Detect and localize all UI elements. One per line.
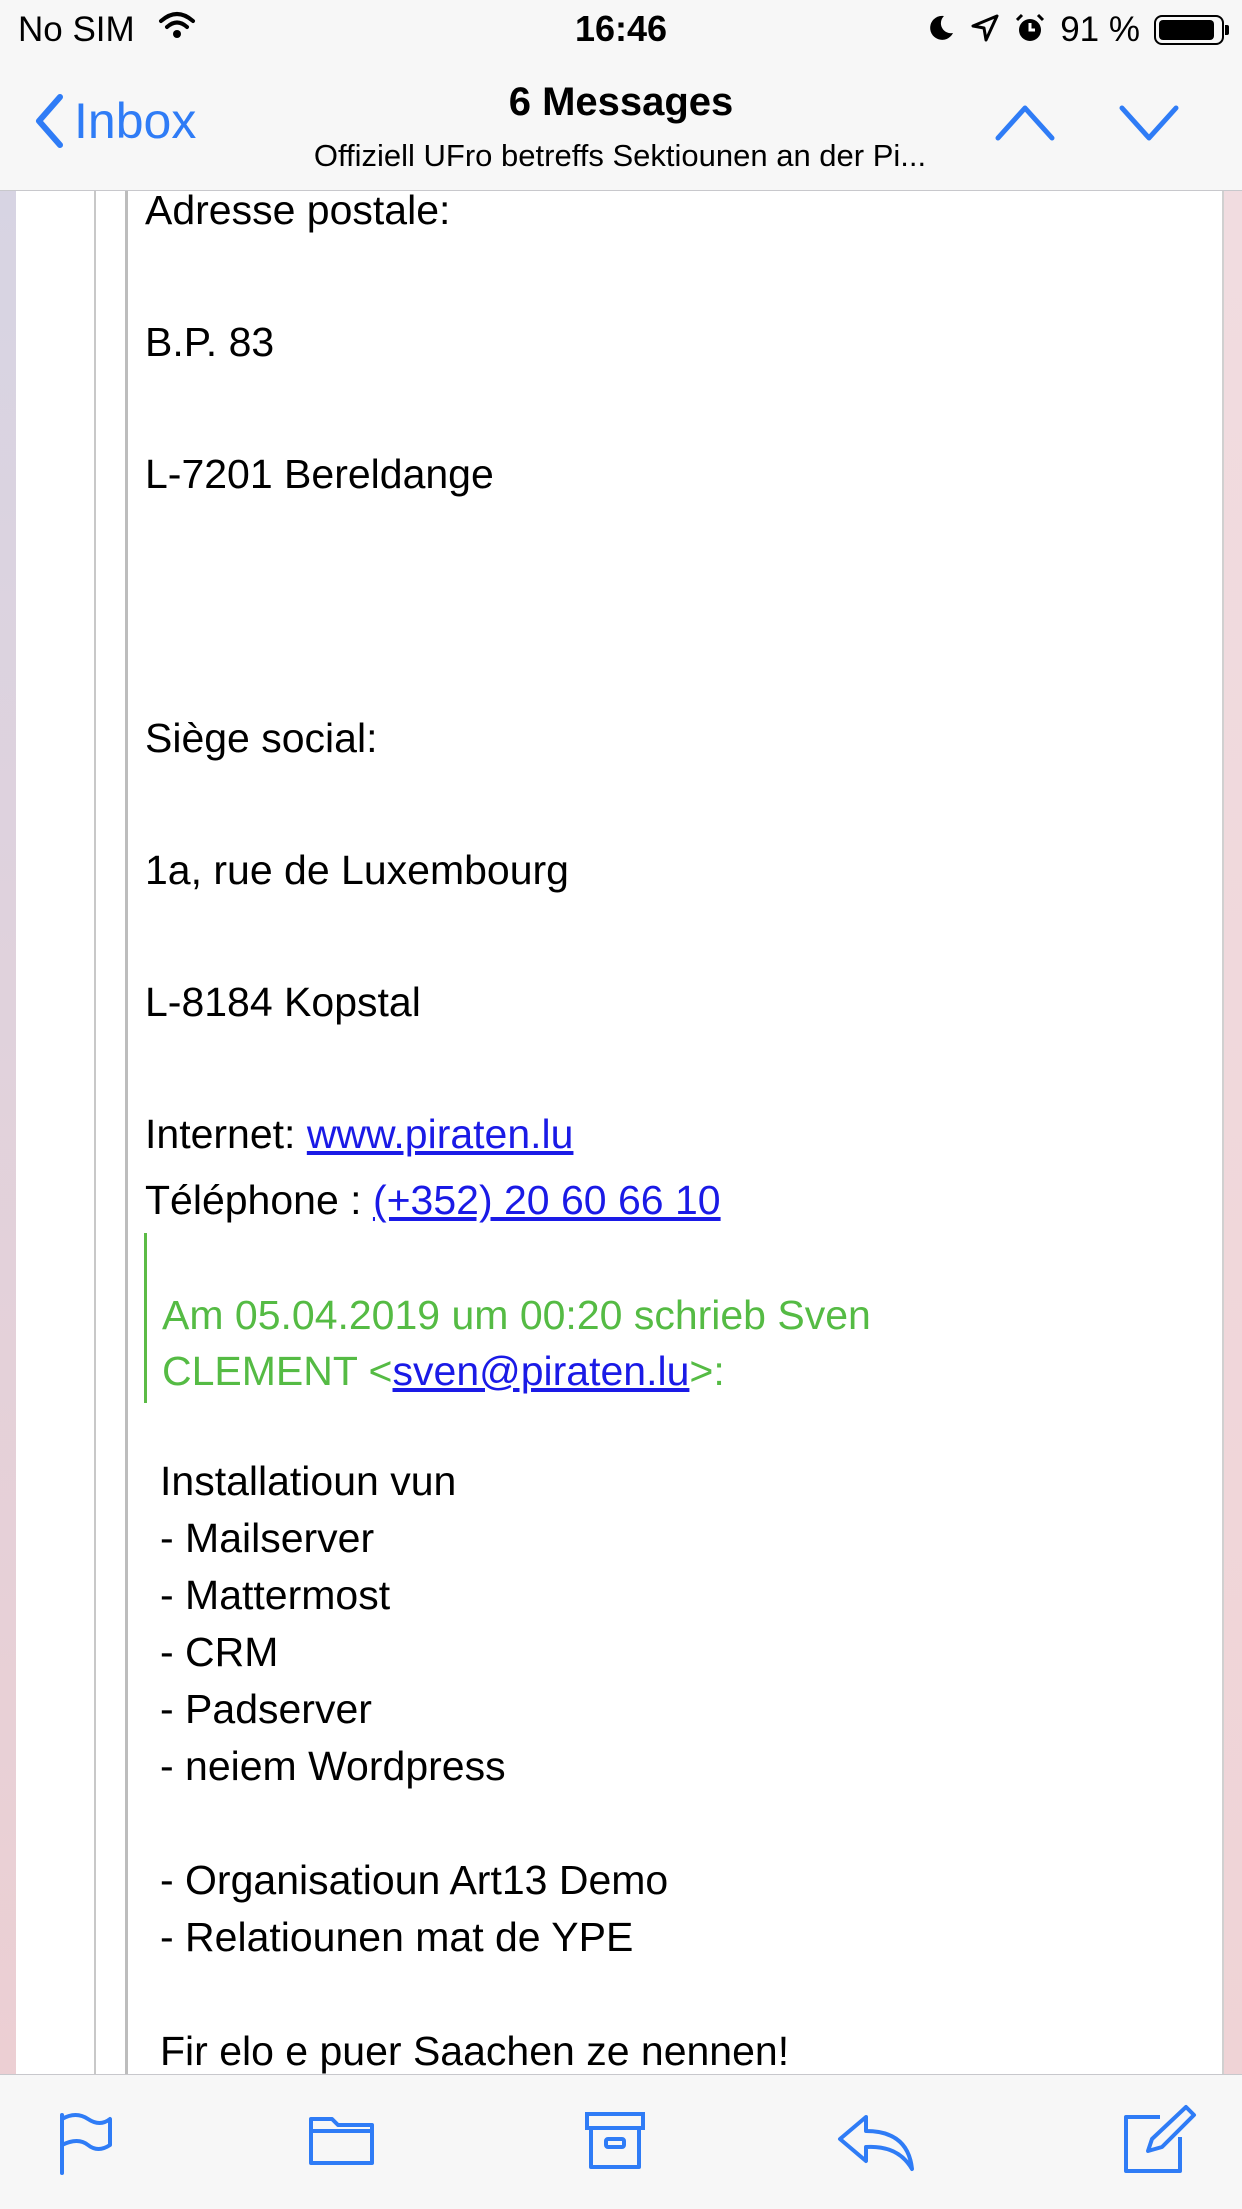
bottom-toolbar: [0, 2074, 1242, 2209]
phone-label: Téléphone :: [145, 1177, 373, 1223]
list-item: - Mattermost: [160, 1572, 391, 1618]
seat-city: L-8184 Kopstal: [145, 979, 421, 1025]
quote-suffix: >:: [689, 1348, 725, 1394]
seat-label: Siège social:: [145, 715, 378, 761]
postal-address-label: Adresse postale:: [145, 191, 451, 233]
compose-button[interactable]: [1120, 2103, 1198, 2180]
quote-header: Am 05.04.2019 um 00:20 schrieb Sven CLEM…: [162, 1287, 871, 1399]
website-link[interactable]: www.piraten.lu: [307, 1111, 574, 1157]
previous-message-button[interactable]: [994, 102, 1056, 147]
archive-button[interactable]: [584, 2111, 646, 2176]
next-message-button[interactable]: [1118, 102, 1180, 147]
internet-line: Internet: www.piraten.lu: [145, 1111, 573, 1158]
quote-rule-right: [1222, 191, 1224, 2074]
navigation-bar: Inbox 6 Messages Offiziell UFro betreffs…: [0, 62, 1242, 191]
quote-rule-inner: [125, 191, 128, 2074]
compose-icon: [1124, 2105, 1196, 2173]
reply-button[interactable]: [836, 2111, 916, 2178]
flag-icon: [60, 2113, 112, 2175]
battery-icon: [1154, 15, 1229, 45]
location-icon: [970, 13, 1000, 48]
quote-rule-outer: [94, 191, 96, 2074]
list-item: - Padserver: [160, 1686, 372, 1732]
chevron-down-icon: [1119, 105, 1179, 141]
quote-header-line2: CLEMENT <sven@piraten.lu>:: [162, 1343, 871, 1399]
list-item: - Mailserver: [160, 1515, 375, 1561]
list-item: - Relatiounen mat de YPE: [160, 1914, 634, 1960]
quote-header-line1: Am 05.04.2019 um 00:20 schrieb Sven: [162, 1292, 871, 1338]
left-edge: [0, 191, 16, 2074]
chevron-up-icon: [995, 105, 1055, 141]
postal-city: L-7201 Bereldange: [145, 451, 494, 497]
thread-subject: Offiziell UFro betreffs Sektiounen an de…: [313, 138, 927, 173]
quote-email-link[interactable]: sven@piraten.lu: [393, 1348, 690, 1394]
move-to-folder-button[interactable]: [308, 2111, 376, 2172]
quote-author: CLEMENT <: [162, 1348, 393, 1394]
quote-bar: [144, 1233, 147, 1403]
battery-level: [1159, 20, 1214, 40]
list-item: - CRM: [160, 1629, 279, 1675]
phone-line: Téléphone : (+352) 20 60 66 10: [145, 1177, 721, 1224]
alarm-icon: [1014, 12, 1046, 49]
po-box: B.P. 83: [145, 319, 275, 365]
folder-icon: [309, 2117, 374, 2165]
body-intro: Installatioun vun: [160, 1458, 457, 1504]
reply-icon: [838, 2115, 914, 2171]
phone-link[interactable]: (+352) 20 60 66 10: [373, 1177, 721, 1223]
archive-icon: [585, 2112, 645, 2169]
battery-percent: 91 %: [1060, 10, 1140, 49]
right-edge: [1224, 191, 1242, 2074]
internet-label: Internet:: [145, 1111, 307, 1157]
message-body[interactable]: Adresse postale: B.P. 83 L-7201 Bereldan…: [0, 191, 1242, 2074]
do-not-disturb-icon: [926, 13, 956, 48]
seat-street: 1a, rue de Luxembourg: [145, 847, 569, 893]
list-item: - neiem Wordpress: [160, 1743, 506, 1789]
list-item: - Organisatioun Art13 Demo: [160, 1857, 669, 1903]
closing-line: Fir elo e puer Saachen ze nennen!: [160, 2028, 790, 2074]
quoted-body: Installatioun vun - Mailserver - Matterm…: [160, 1453, 789, 2074]
flag-button[interactable]: [56, 2111, 116, 2180]
status-bar: No SIM 16:46 91 %: [0, 0, 1242, 62]
